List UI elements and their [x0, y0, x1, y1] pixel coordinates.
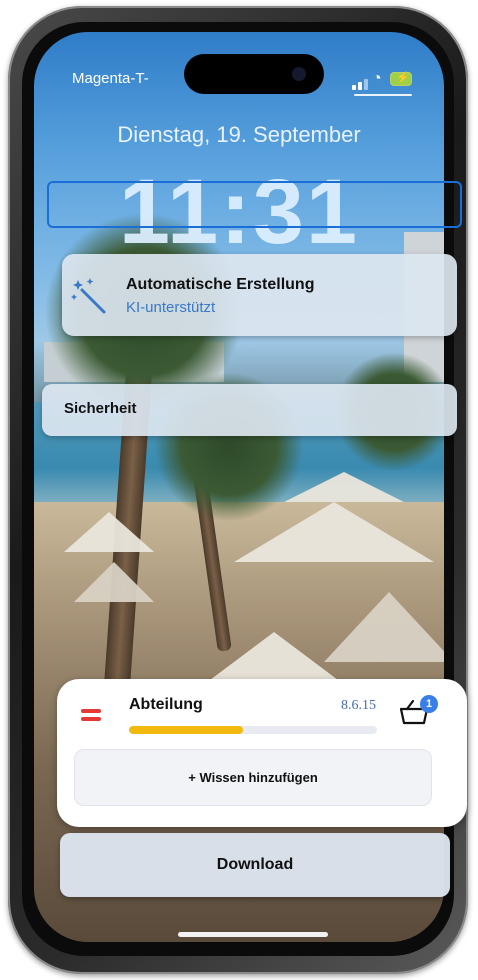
add-knowledge-button[interactable]: + Wissen hinzufügen: [74, 749, 432, 806]
department-value: 8.6.15: [341, 698, 376, 713]
home-indicator[interactable]: [178, 932, 328, 937]
auto-creation-subtitle: KI-unterstützt: [126, 299, 216, 316]
department-label: Abteilung: [129, 696, 203, 713]
progress-fill: [129, 726, 244, 734]
status-indicator-line: [354, 94, 412, 96]
dynamic-island: [184, 54, 324, 94]
download-button[interactable]: Download: [60, 833, 450, 897]
lockscreen-date: Dienstag, 19. September: [117, 122, 361, 147]
department-progress-bar: [129, 726, 377, 734]
flag-stripe: [81, 709, 101, 713]
selection-highlight-box: [47, 181, 462, 228]
wifi-icon: ◔: [372, 70, 382, 87]
basket-badge: 1: [420, 695, 438, 713]
auto-creation-title: Automatische Erstellung: [126, 276, 315, 293]
signal-bar-icon: [358, 82, 362, 90]
flag-icon: [81, 707, 101, 723]
signal-bar-icon: [364, 79, 368, 90]
camera-icon: [292, 67, 306, 81]
security-card[interactable]: Sicherheit: [42, 384, 457, 436]
signal-bar-icon: [352, 85, 356, 90]
magic-wand-icon: [71, 278, 106, 314]
security-label: Sicherheit: [64, 400, 137, 417]
battery-charging-icon: ⚡: [390, 72, 412, 86]
status-icons: ◔ ⚡: [352, 70, 412, 90]
auto-creation-card[interactable]: Automatische Erstellung KI-unterstützt: [62, 254, 457, 336]
flag-stripe: [81, 717, 101, 721]
department-panel: Abteilung 8.6.15 1 + Wissen hinzufügen: [57, 679, 467, 827]
carrier-label: Magenta-T-: [72, 70, 149, 87]
